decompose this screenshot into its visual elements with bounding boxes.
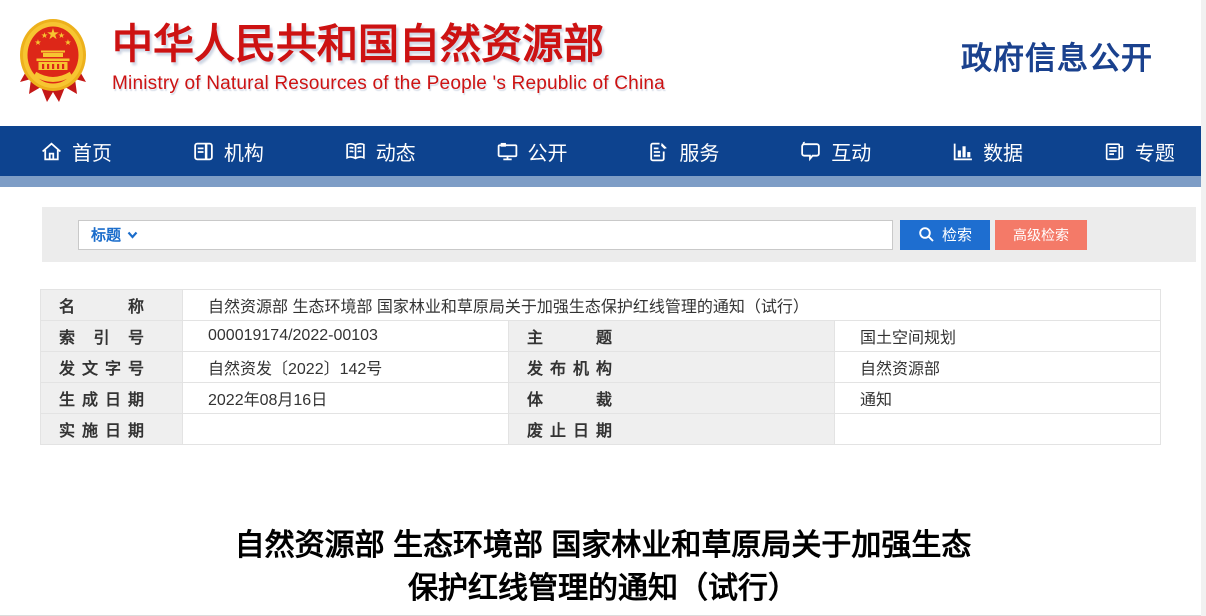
field-value-doc-number: 自然资发〔2022〕142号 xyxy=(182,351,509,383)
news-icon xyxy=(345,142,365,159)
nav-label: 首页 xyxy=(72,142,112,165)
header-accent-strip xyxy=(0,176,1201,187)
field-value-index-no: 000019174/2022-00103 xyxy=(182,320,509,352)
field-label-created-date: 生成日期 xyxy=(40,382,183,414)
content-area: 标题 检索 高级检索 名称 自然资源部 生态环境部 国家林业和草原局关于加强生态… xyxy=(0,187,1206,616)
search-bar: 标题 检索 高级检索 xyxy=(42,207,1196,262)
field-value-name: 自然资源部 生态环境部 国家林业和草原局关于加强生态保护红线管理的通知（试行） xyxy=(182,289,1161,321)
site-header: ★ ★ ★ ★ ★ 中华人民共和国自然资源部 Ministry of Natur… xyxy=(0,0,1206,126)
field-label-name: 名称 xyxy=(40,289,183,321)
nav-item-organization[interactable]: 机构 xyxy=(192,137,264,166)
field-label-effective-date: 实施日期 xyxy=(40,413,183,445)
nav-item-services[interactable]: 服务 xyxy=(647,137,719,166)
nav-label: 公开 xyxy=(527,142,568,165)
table-row: 发文字号 自然资发〔2022〕142号 发布机构 自然资源部 xyxy=(40,351,1161,383)
site-brand: 中华人民共和国自然资源部 Ministry of Natural Resourc… xyxy=(112,20,665,95)
article-title: 自然资源部 生态环境部 国家林业和草原局关于加强生态 保护红线管理的通知（试行） xyxy=(0,524,1206,610)
services-icon xyxy=(650,142,668,161)
national-emblem-icon[interactable]: ★ ★ ★ ★ ★ xyxy=(16,14,90,106)
advanced-search-button[interactable]: 高级检索 xyxy=(995,219,1087,250)
page-section-title: 政府信息公开 xyxy=(961,41,1153,76)
nav-label: 机构 xyxy=(223,142,264,165)
data-icon xyxy=(953,143,972,160)
nav-label: 专题 xyxy=(1134,142,1175,165)
article-title-line1: 自然资源部 生态环境部 国家林业和草原局关于加强生态 xyxy=(234,529,972,562)
table-row: 索引号 000019174/2022-00103 主题 国土空间规划 xyxy=(40,320,1161,352)
search-button-label: 检索 xyxy=(941,227,972,244)
field-label-repeal-date: 废止日期 xyxy=(508,413,835,445)
field-label-subject: 主题 xyxy=(508,320,835,352)
site-title: 中华人民共和国自然资源部 xyxy=(112,21,604,67)
page: ★ ★ ★ ★ ★ 中华人民共和国自然资源部 Ministry of Natur… xyxy=(0,0,1206,616)
nav-label: 动态 xyxy=(375,142,416,165)
field-label-genre: 体裁 xyxy=(508,382,835,414)
home-icon xyxy=(42,141,61,160)
field-value-issuing-agency: 自然资源部 xyxy=(834,351,1161,383)
search-input[interactable] xyxy=(146,221,892,248)
field-value-repeal-date xyxy=(834,413,1161,445)
search-box: 标题 xyxy=(78,219,893,250)
nav-item-home[interactable]: 首页 xyxy=(40,137,112,166)
search-button[interactable]: 检索 xyxy=(900,219,990,250)
field-label-doc-number: 发文字号 xyxy=(40,351,183,383)
field-label-issuing-agency: 发布机构 xyxy=(508,351,835,383)
svg-text:★: ★ xyxy=(41,31,48,40)
advanced-search-label: 高级检索 xyxy=(1013,226,1069,243)
table-row: 名称 自然资源部 生态环境部 国家林业和草原局关于加强生态保护红线管理的通知（试… xyxy=(40,289,1161,321)
svg-text:★: ★ xyxy=(64,38,71,47)
nav-item-news[interactable]: 动态 xyxy=(344,137,416,166)
topics-icon xyxy=(1105,142,1124,160)
interaction-icon xyxy=(801,141,820,161)
field-value-created-date: 2022年08月16日 xyxy=(182,382,509,414)
document-info-table: 名称 自然资源部 生态环境部 国家林业和草原局关于加强生态保护红线管理的通知（试… xyxy=(40,289,1161,445)
field-value-subject: 国土空间规划 xyxy=(834,320,1161,352)
nav-item-interaction[interactable]: 互动 xyxy=(799,137,871,166)
search-icon xyxy=(919,227,934,242)
disclosure-icon xyxy=(497,142,517,160)
organization-icon xyxy=(194,142,213,160)
search-field-label: 标题 xyxy=(91,227,122,244)
field-value-effective-date xyxy=(182,413,509,445)
field-label-index-no: 索引号 xyxy=(40,320,183,352)
scrollbar[interactable] xyxy=(1201,0,1206,616)
nav-label: 数据 xyxy=(983,142,1024,165)
national-emblem-svg: ★ ★ ★ ★ ★ xyxy=(20,19,86,102)
site-subtitle: Ministry of Natural Resources of the Peo… xyxy=(112,73,665,94)
table-row: 生成日期 2022年08月16日 体裁 通知 xyxy=(40,382,1161,414)
nav-label: 服务 xyxy=(679,142,720,165)
chevron-down-icon xyxy=(127,231,138,239)
article-title-line2: 保护红线管理的通知（试行） xyxy=(408,572,798,605)
main-nav: 首页 机构 动态 公开 服务 互动 数据 专题 xyxy=(0,126,1201,176)
nav-label: 互动 xyxy=(831,142,872,165)
nav-item-topics[interactable]: 专题 xyxy=(1103,137,1175,166)
nav-item-data[interactable]: 数据 xyxy=(951,137,1023,166)
table-row: 实施日期 废止日期 xyxy=(40,413,1161,445)
field-value-genre: 通知 xyxy=(834,382,1161,414)
search-field-selector[interactable]: 标题 xyxy=(91,224,138,245)
nav-item-disclosure[interactable]: 公开 xyxy=(496,137,568,166)
